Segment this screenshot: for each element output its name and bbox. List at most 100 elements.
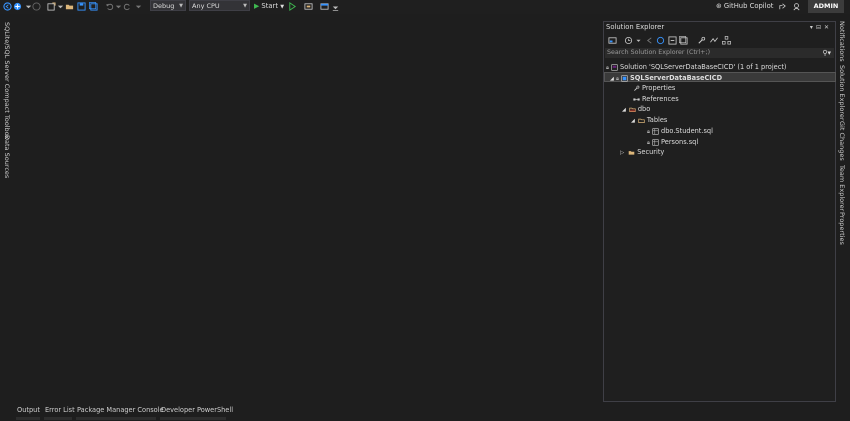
share-icon[interactable] bbox=[778, 2, 787, 11]
tab-data-sources[interactable]: Data Sources bbox=[3, 135, 11, 178]
search-icon[interactable]: ⚲▾ bbox=[822, 48, 831, 58]
tab-error-list[interactable]: Error List bbox=[45, 406, 75, 414]
platform-value: Any CPU bbox=[192, 2, 220, 10]
redo-icon[interactable] bbox=[123, 2, 132, 11]
window-layout-icon[interactable] bbox=[320, 2, 329, 11]
tree-item-solution[interactable]: 🔒︎ Solution 'SQLServerDataBaseCICD' (1 o… bbox=[606, 62, 787, 72]
tab-sqlite-toolbox[interactable]: SQLite/SQL Server Compact Toolbox bbox=[3, 22, 11, 139]
start-label: Start bbox=[261, 2, 279, 10]
folder-icon bbox=[628, 150, 635, 155]
expanded-arrow-icon: ◢ bbox=[631, 118, 635, 124]
tab-indicator bbox=[160, 417, 226, 420]
configuration-value: Debug bbox=[153, 2, 175, 10]
collapse-all-icon[interactable] bbox=[679, 36, 688, 45]
chevron-down-icon: ▼ bbox=[179, 3, 183, 9]
lock-icon: 🔒︎ bbox=[647, 129, 650, 135]
back-icon[interactable] bbox=[645, 36, 654, 45]
properties-wrench-icon[interactable] bbox=[697, 36, 706, 45]
dropdown-arrow-icon[interactable] bbox=[134, 2, 143, 11]
file-label: Persons.sql bbox=[661, 138, 699, 146]
search-placeholder: Search Solution Explorer (Ctrl+;) bbox=[607, 49, 711, 56]
tree-item-project[interactable]: ◢ 🔒︎ SQLServerDataBaseCICD bbox=[604, 72, 836, 82]
folder-open-icon bbox=[638, 118, 645, 123]
feedback-icon[interactable] bbox=[792, 2, 801, 11]
configuration-dropdown[interactable]: Debug ▼ bbox=[150, 0, 186, 11]
tab-notifications[interactable]: Notifications bbox=[838, 21, 846, 62]
refresh-icon[interactable] bbox=[668, 36, 677, 45]
pin-icon[interactable]: ⊟ bbox=[816, 24, 824, 31]
dropdown-arrow-icon[interactable] bbox=[56, 2, 65, 11]
copilot-label: GitHub Copilot bbox=[723, 2, 774, 10]
lock-icon: 🔒︎ bbox=[615, 76, 619, 82]
sql-file-icon bbox=[652, 127, 659, 135]
tab-indicator bbox=[76, 417, 156, 420]
tab-solution-explorer[interactable]: Solution Explorer bbox=[838, 65, 846, 121]
add-icon[interactable] bbox=[13, 2, 22, 11]
tree-item-file[interactable]: 🔒︎ dbo.Student.sql bbox=[647, 126, 713, 136]
solution-label: Solution 'SQLServerDataBaseCICD' (1 of 1… bbox=[620, 63, 787, 71]
class-view-icon[interactable] bbox=[722, 36, 731, 45]
dbo-label: dbo bbox=[637, 105, 651, 113]
close-icon[interactable]: ✕ bbox=[824, 24, 832, 31]
chevron-down-icon: ▼ bbox=[280, 4, 285, 10]
undo-icon[interactable] bbox=[105, 2, 114, 11]
save-all-icon[interactable] bbox=[89, 2, 98, 11]
database-project-icon bbox=[621, 74, 628, 82]
history-icon[interactable] bbox=[624, 36, 633, 45]
solution-icon bbox=[611, 63, 618, 71]
expanded-arrow-icon: ◢ bbox=[622, 107, 626, 113]
start-without-debugging-icon[interactable] bbox=[288, 2, 297, 11]
collapsed-arrow-icon: ▷ bbox=[620, 150, 625, 156]
github-copilot-button[interactable]: ⊛ GitHub Copilot bbox=[716, 0, 773, 12]
tree-item-dbo[interactable]: ◢ dbo bbox=[622, 104, 650, 114]
folder-open-icon bbox=[629, 107, 636, 112]
platform-dropdown[interactable]: Any CPU ▼ bbox=[189, 0, 250, 11]
tree-item-file[interactable]: 🔒︎ Persons.sql bbox=[647, 137, 698, 147]
lock-icon: 🔒︎ bbox=[606, 65, 609, 71]
sync-icon[interactable] bbox=[656, 36, 665, 45]
switch-views-icon[interactable] bbox=[608, 36, 617, 45]
start-button[interactable]: ▶ Start ▼ bbox=[254, 0, 284, 12]
hot-reload-icon[interactable] bbox=[304, 2, 313, 11]
solution-explorer-toolbar bbox=[604, 34, 835, 47]
chevron-down-icon: ▼ bbox=[243, 3, 247, 9]
tree-item-security[interactable]: ▷ Security bbox=[620, 147, 664, 157]
dropdown-arrow-icon[interactable] bbox=[635, 36, 642, 45]
play-icon: ▶ bbox=[254, 2, 260, 10]
save-icon[interactable] bbox=[77, 2, 86, 11]
tab-indicator bbox=[16, 417, 40, 420]
solution-explorer-header: Solution Explorer ▾⊟✕ bbox=[604, 22, 835, 33]
tab-output[interactable]: Output bbox=[17, 406, 40, 414]
new-project-icon[interactable] bbox=[47, 2, 56, 11]
security-label: Security bbox=[637, 148, 665, 156]
tree-item-properties[interactable]: Properties bbox=[633, 83, 675, 93]
tree-item-references[interactable]: References bbox=[633, 94, 679, 104]
tab-indicator bbox=[44, 417, 72, 420]
forward-icon[interactable] bbox=[32, 2, 41, 11]
tab-properties[interactable]: Properties bbox=[838, 212, 846, 245]
tree-item-tables[interactable]: ◢ Tables bbox=[631, 115, 667, 125]
right-tool-strip: Notifications Solution Explorer Git Chan… bbox=[836, 14, 850, 409]
tab-package-manager-console[interactable]: Package Manager Console bbox=[77, 406, 164, 414]
copilot-icon: ⊛ bbox=[716, 2, 722, 10]
admin-account-button[interactable]: ADMIN bbox=[808, 0, 844, 13]
tab-team-explorer[interactable]: Team Explorer bbox=[838, 165, 846, 211]
preview-selected-icon[interactable] bbox=[709, 36, 719, 45]
panel-title: Solution Explorer bbox=[606, 23, 665, 31]
dropdown-arrow-icon[interactable] bbox=[114, 2, 123, 11]
expanded-arrow-icon: ◢ bbox=[610, 76, 614, 82]
solution-search-input[interactable]: Search Solution Explorer (Ctrl+;) ⚲▾ bbox=[605, 48, 834, 58]
solution-explorer-panel: Solution Explorer ▾⊟✕ Search Solution Ex… bbox=[603, 21, 836, 402]
references-label: References bbox=[642, 95, 679, 103]
wrench-icon bbox=[634, 85, 640, 91]
open-folder-icon[interactable] bbox=[65, 2, 74, 11]
project-label: SQLServerDataBaseCICD bbox=[630, 74, 723, 82]
left-tool-strip: SQLite/SQL Server Compact Toolbox Data S… bbox=[0, 14, 14, 409]
lock-icon: 🔒︎ bbox=[647, 140, 650, 146]
toolbar-options-icon[interactable] bbox=[331, 2, 340, 11]
tab-git-changes[interactable]: Git Changes bbox=[838, 121, 846, 161]
navigate-back-icon[interactable] bbox=[3, 2, 12, 11]
tables-label: Tables bbox=[646, 116, 668, 124]
main-toolbar: Debug ▼ Any CPU ▼ ▶ Start ▼ ⊛ GitHub Cop… bbox=[0, 0, 850, 14]
tab-developer-powershell[interactable]: Developer PowerShell bbox=[161, 406, 233, 414]
